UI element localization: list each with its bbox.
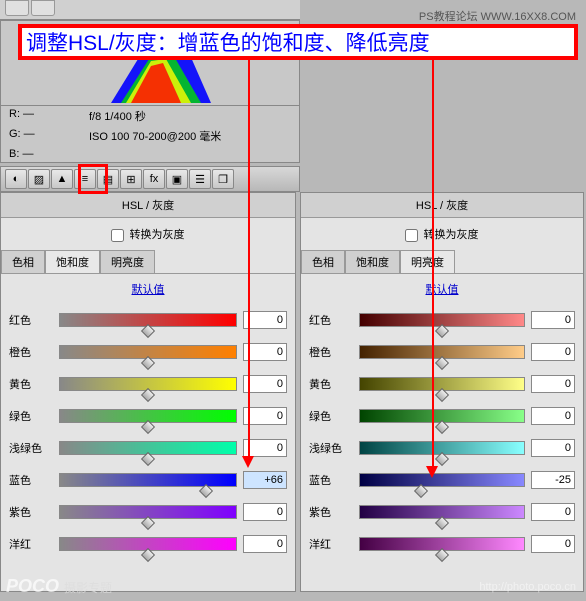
label-blue: 蓝色	[9, 472, 53, 488]
camera-icon[interactable]: ▣	[166, 169, 188, 189]
label-magenta: 洋红	[309, 536, 353, 552]
window-top-bar	[0, 0, 300, 20]
info-b: B: —	[9, 148, 89, 160]
slider-red[interactable]	[359, 313, 525, 327]
info-iso: ISO 100 70-200@200 毫米	[89, 128, 291, 144]
info-r: R: —	[9, 108, 89, 124]
value-red[interactable]	[531, 311, 575, 329]
curve-icon[interactable]: ▨	[28, 169, 50, 189]
label-purple: 紫色	[9, 504, 53, 520]
watermark-url: http://photo.poco.cn	[479, 581, 576, 593]
tab-hue[interactable]: 色相	[301, 250, 345, 273]
tab-luminance[interactable]: 明亮度	[400, 250, 455, 273]
value-blue[interactable]	[531, 471, 575, 489]
slider-purple[interactable]	[59, 505, 237, 519]
tab-hue[interactable]: 色相	[1, 250, 45, 273]
grayscale-label: 转换为灰度	[130, 229, 185, 241]
grayscale-checkbox[interactable]	[111, 229, 124, 242]
slider-red[interactable]	[59, 313, 237, 327]
slider-purple[interactable]	[359, 505, 525, 519]
tab-luminance[interactable]: 明亮度	[100, 250, 155, 273]
label-red: 红色	[309, 312, 353, 328]
grayscale-checkbox[interactable]	[405, 229, 418, 242]
value-blue[interactable]	[243, 471, 287, 489]
top-tab[interactable]	[5, 0, 29, 16]
annotation-box: 调整HSL/灰度：增蓝色的饱和度、降低亮度	[18, 24, 578, 60]
lens-icon[interactable]: ⊞	[120, 169, 142, 189]
label-aqua: 浅绿色	[309, 440, 353, 456]
default-link[interactable]: 默认值	[426, 284, 459, 296]
label-magenta: 洋红	[9, 536, 53, 552]
slider-blue[interactable]	[59, 473, 237, 487]
info-g: G: —	[9, 128, 89, 144]
label-aqua: 浅绿色	[9, 440, 53, 456]
adjustment-icon-bar: ◐ ▨ ▲ ≡ ▤ ⊞ fx ▣ ☰ ❐	[0, 166, 300, 192]
basic-icon[interactable]: ◐	[5, 169, 27, 189]
label-green: 绿色	[9, 408, 53, 424]
label-blue: 蓝色	[309, 472, 353, 488]
slider-green[interactable]	[59, 409, 237, 423]
slider-orange[interactable]	[59, 345, 237, 359]
label-purple: 紫色	[309, 504, 353, 520]
hsl-panel-luminance: HSL / 灰度 转换为灰度 色相 饱和度 明亮度 默认值 红色 橙色 黄色 绿…	[300, 192, 584, 592]
tab-saturation[interactable]: 饱和度	[345, 250, 400, 273]
default-link[interactable]: 默认值	[132, 284, 165, 296]
value-aqua[interactable]	[531, 439, 575, 457]
tab-row: 色相 饱和度 明亮度	[301, 250, 583, 274]
panel-title: HSL / 灰度	[301, 193, 583, 218]
value-orange[interactable]	[531, 343, 575, 361]
slider-aqua[interactable]	[359, 441, 525, 455]
annotation-text: 调整HSL/灰度：增蓝色的饱和度、降低亮度	[26, 27, 430, 57]
value-magenta[interactable]	[531, 535, 575, 553]
tab-row: 色相 饱和度 明亮度	[1, 250, 295, 274]
label-green: 绿色	[309, 408, 353, 424]
top-tab[interactable]	[31, 0, 55, 16]
value-magenta[interactable]	[243, 535, 287, 553]
watermark-brand: POCO 摄影专题	[6, 576, 112, 597]
slider-magenta[interactable]	[359, 537, 525, 551]
label-yellow: 黄色	[9, 376, 53, 392]
label-yellow: 黄色	[309, 376, 353, 392]
label-orange: 橙色	[309, 344, 353, 360]
value-yellow[interactable]	[531, 375, 575, 393]
slider-yellow[interactable]	[359, 377, 525, 391]
slider-orange[interactable]	[359, 345, 525, 359]
forum-watermark: PS教程论坛 WWW.16XX8.COM	[419, 8, 576, 24]
label-orange: 橙色	[9, 344, 53, 360]
info-aperture: f/8 1/400 秒	[89, 108, 291, 124]
detail-icon[interactable]: ▲	[51, 169, 73, 189]
slider-aqua[interactable]	[59, 441, 237, 455]
label-red: 红色	[9, 312, 53, 328]
hsl-panel-saturation: HSL / 灰度 转换为灰度 色相 饱和度 明亮度 默认值 红色 橙色 黄色 绿…	[0, 192, 296, 592]
preset-icon[interactable]: ☰	[189, 169, 211, 189]
fx-icon[interactable]: fx	[143, 169, 165, 189]
value-purple[interactable]	[531, 503, 575, 521]
value-green[interactable]	[531, 407, 575, 425]
slider-yellow[interactable]	[59, 377, 237, 391]
slider-blue[interactable]	[359, 473, 525, 487]
tab-saturation[interactable]: 饱和度	[45, 250, 100, 273]
slider-magenta[interactable]	[59, 537, 237, 551]
hsl-icon-highlight	[78, 164, 108, 194]
value-purple[interactable]	[243, 503, 287, 521]
slider-green[interactable]	[359, 409, 525, 423]
snapshot-icon[interactable]: ❐	[212, 169, 234, 189]
panel-title: HSL / 灰度	[1, 193, 295, 218]
